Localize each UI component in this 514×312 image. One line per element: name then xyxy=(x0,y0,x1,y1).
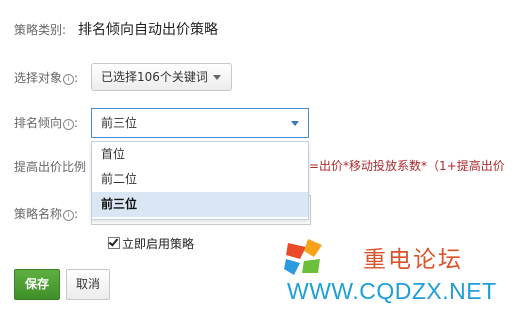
increase-label: 提高出价比例 xyxy=(14,158,86,175)
watermark-logo-icon xyxy=(284,239,322,275)
name-label-text: 策略名称 xyxy=(14,207,63,221)
label-colon: : xyxy=(74,207,79,221)
chevron-down-icon xyxy=(291,121,299,126)
enable-label[interactable]: 立即启用策略 xyxy=(122,237,194,251)
name-label: 策略名称 i: xyxy=(14,205,78,222)
target-label: 选择对象 i: xyxy=(14,69,78,86)
target-select-button[interactable]: 已选择106个关键词 xyxy=(91,63,232,91)
label-colon: : xyxy=(74,116,79,130)
rank-select-value: 前三位 xyxy=(101,116,138,130)
info-icon[interactable]: i xyxy=(63,119,75,130)
target-label-text: 选择对象 xyxy=(14,71,63,85)
enable-row: 立即启用策略 xyxy=(108,235,194,252)
rank-label-text: 排名倾向 xyxy=(14,116,63,130)
watermark-title: 重电论坛 xyxy=(363,247,463,273)
enable-checkbox[interactable] xyxy=(108,237,120,249)
watermark-url: WWW.CQDZX.NET xyxy=(287,278,497,304)
strategy-type-value: 排名倾向自动出价策略 xyxy=(78,22,218,38)
target-select-value: 已选择106个关键词 xyxy=(101,70,208,84)
rank-dropdown-list: 首位 前二位 前三位 xyxy=(91,141,309,220)
cancel-button[interactable]: 取消 xyxy=(66,269,110,300)
save-button[interactable]: 保存 xyxy=(14,269,60,300)
chevron-down-icon xyxy=(213,75,221,80)
rank-option-first[interactable]: 首位 xyxy=(92,142,308,167)
info-icon[interactable]: i xyxy=(63,74,75,85)
rank-label: 排名倾向 i: xyxy=(14,114,78,131)
strategy-type-label: 策略类别: xyxy=(14,23,67,37)
increase-label-text: 提高出价比例 xyxy=(14,160,87,174)
rank-option-top2[interactable]: 前二位 xyxy=(92,167,308,192)
label-colon: : xyxy=(74,71,79,85)
rank-select[interactable]: 前三位 xyxy=(91,108,309,138)
formula-text: =出价*移动投放系数*（1+提高出价 xyxy=(309,159,505,173)
info-icon[interactable]: i xyxy=(63,210,75,221)
rank-option-top3[interactable]: 前三位 xyxy=(92,192,308,217)
